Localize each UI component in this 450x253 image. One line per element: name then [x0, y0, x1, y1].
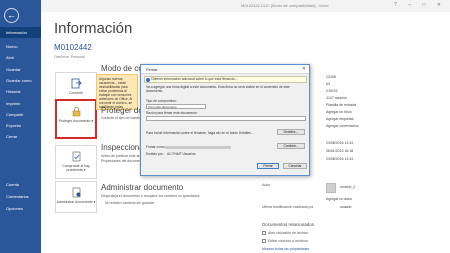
- sidebar-item-compartir[interactable]: Compartir: [0, 109, 41, 120]
- convert-button[interactable]: Convertir: [55, 72, 97, 102]
- open-file-location-link[interactable]: Abrir ubicación de archivo: [268, 231, 308, 235]
- sidebar-item-exportar[interactable]: Exportar: [0, 120, 41, 131]
- compat-mode-notice: Algunas nuevas característ... están desh…: [96, 74, 138, 110]
- close-icon[interactable]: ✕: [302, 66, 306, 72]
- issued-by-label: Emitido por:: [146, 152, 164, 156]
- info-banner[interactable]: Obtener información adicional sobre lo q…: [144, 76, 307, 83]
- lock-key-icon: [72, 107, 80, 117]
- details-button[interactable]: Detalles...: [277, 129, 305, 135]
- document-check-icon: [72, 151, 80, 162]
- edit-links-link[interactable]: Editar vínculos a archivos: [268, 239, 308, 243]
- check-issues-button[interactable]: Comprobar si hay problemas ▾: [55, 145, 97, 179]
- document-path[interactable]: OneDrive: Personal: [54, 55, 85, 59]
- prop-words: 2:59:02: [326, 89, 338, 93]
- cancel-button[interactable]: Cancelar: [283, 163, 307, 169]
- purpose-input[interactable]: [146, 116, 306, 121]
- dialog-intro: Va a agregar una firma digital a este do…: [146, 85, 290, 93]
- sidebar-item-informacion[interactable]: Información: [0, 27, 41, 38]
- sidebar-item-historial[interactable]: Historial: [0, 86, 41, 97]
- prop-date-created: 06/01/2015 16:18: [326, 149, 354, 153]
- sidebar-item-comentarios[interactable]: Comentarios: [0, 191, 41, 202]
- commitment-type-label: Tipo de compromiso:: [146, 99, 177, 103]
- prop-title[interactable]: Agregar un título: [326, 110, 352, 114]
- dialog-title: Firmar: [146, 67, 158, 72]
- protect-document-text: Controle el tipo de cambios: [101, 116, 144, 120]
- show-all-properties-link[interactable]: Mostrar todas las propiedades: [262, 247, 309, 251]
- prop-pages: 63: [326, 82, 330, 86]
- info-banner-text: Obtener información adicional sobre lo q…: [151, 77, 238, 81]
- signer-name-redacted: [165, 146, 231, 149]
- convert-label: Convertir: [68, 91, 84, 95]
- link-icon: [262, 239, 266, 243]
- prop-edit-time: 4147 minutos: [326, 96, 348, 100]
- sidebar-item-guardar[interactable]: Guardar: [0, 64, 41, 75]
- prop-template: Plantilla de entrada: [326, 103, 356, 107]
- sidebar-item-cuenta[interactable]: Cuenta: [0, 179, 41, 190]
- last-modified-by-label: Última modificación realizada por: [262, 205, 314, 209]
- issued-by-value: AC FNMT Usuarios: [167, 152, 196, 156]
- folder-icon: [262, 231, 266, 235]
- details-hint: Para incluir información sobre el firman…: [146, 131, 254, 135]
- sign-button[interactable]: Firmar: [257, 163, 279, 169]
- manage-document-title: Administrar documento: [101, 183, 184, 192]
- window-titlebar: M0102442.DOC [Modo de compatibilidad] - …: [41, 0, 450, 12]
- info-icon: [146, 78, 150, 82]
- purpose-label: Razón para firmar este documento:: [146, 111, 198, 115]
- sign-dialog: Firmar ✕ Obtener información adicional s…: [140, 64, 310, 176]
- change-button[interactable]: Cambiar...: [277, 143, 305, 149]
- sidebar-item-opciones[interactable]: Opciones: [0, 203, 41, 214]
- inspect-document-bullet: Propiedades del documento: [101, 159, 145, 163]
- prop-date-modified: 23/08/2016 13:44: [326, 141, 354, 145]
- protect-document-button[interactable]: Proteger documento ▾: [55, 99, 97, 139]
- window-title: M0102442.DOC [Modo de compatibilidad] - …: [241, 3, 329, 8]
- dialog-titlebar: Firmar ✕: [141, 65, 309, 74]
- backstage-sidebar: ← Información Nuevo Abrir Guardar Guarda…: [0, 0, 41, 253]
- author-label: Autor: [262, 183, 271, 187]
- sidebar-item-cerrar[interactable]: Cerrar: [0, 131, 41, 142]
- prop-size: 22408: [326, 75, 336, 79]
- prop-date-printed: 23/08/2016 13:44: [326, 157, 354, 161]
- manage-document-icon: [72, 187, 80, 198]
- last-modified-by-name[interactable]: usuario: [340, 205, 351, 209]
- back-arrow-icon[interactable]: ←: [4, 8, 19, 23]
- protect-document-label: Proteger documento ▾: [58, 119, 94, 123]
- sidebar-item-imprimir[interactable]: Imprimir: [0, 98, 41, 109]
- check-issues-label: Comprobar si hay problemas ▾: [62, 164, 90, 172]
- signing-as-label: Firmar como:: [146, 145, 166, 149]
- add-author-link[interactable]: Agregar un autor: [326, 197, 352, 201]
- manage-document-text: Desproteja el documento o recupere los c…: [101, 194, 200, 198]
- sidebar-item-nuevo[interactable]: Nuevo: [0, 41, 41, 52]
- prop-tags[interactable]: Agregar etiquetas: [326, 117, 354, 121]
- convert-icon: [71, 78, 82, 89]
- prop-comments[interactable]: Agregar comentarios: [326, 124, 359, 128]
- related-documents-heading: Documentos relacionados: [262, 222, 315, 227]
- document-name: M0102442: [54, 43, 92, 52]
- window-controls[interactable]: ? – □ ✕: [394, 2, 446, 8]
- author-avatar: [326, 183, 336, 193]
- sidebar-item-guardar-como[interactable]: Guardar como: [0, 75, 41, 86]
- author-name[interactable]: usuario_2: [340, 185, 355, 189]
- page-title: Información: [54, 20, 133, 37]
- manage-document-label: Administrar documento ▾: [56, 200, 96, 204]
- no-unsaved-changes-text: No existen cambios sin guardar: [105, 201, 155, 205]
- sidebar-item-abrir[interactable]: Abrir: [0, 52, 41, 63]
- commitment-type-select[interactable]: Creó este documento: [146, 104, 206, 109]
- manage-document-button[interactable]: Administrar documento ▾: [55, 181, 97, 213]
